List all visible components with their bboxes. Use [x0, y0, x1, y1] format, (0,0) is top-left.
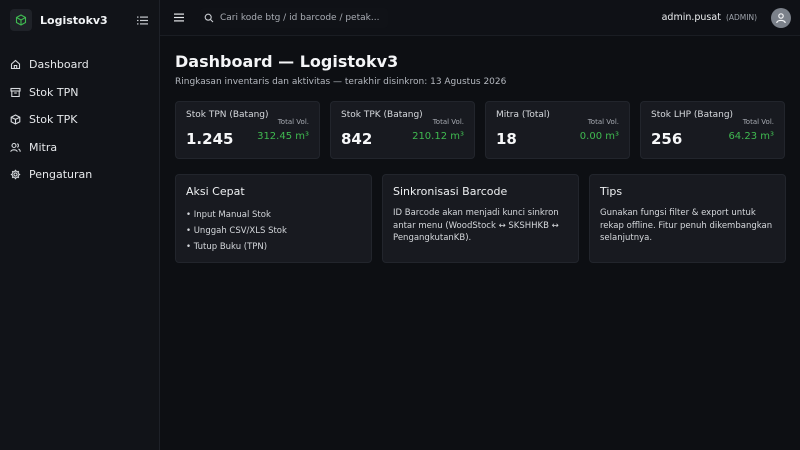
panels-row: Aksi Cepat • Input Manual Stok • Unggah … [175, 174, 786, 263]
brand: Logistokv3 [0, 0, 159, 40]
archive-icon [10, 87, 21, 98]
sidebar-nav: Dashboard Stok TPN Stok TPK Mitra Pengat… [0, 51, 159, 189]
main-area: admin.pusat (ADMIN) Dashboard — Logistok… [160, 0, 800, 450]
stat-vol-label: Total Vol. [742, 118, 774, 126]
sidebar-item-stok-tpk[interactable]: Stok TPK [0, 106, 159, 134]
stat-vol: 64.23 m³ [728, 131, 774, 142]
brand-name: Logistokv3 [40, 13, 108, 27]
sidebar: Logistokv3 Dashboard Stok TPN Stok TPK M… [0, 0, 160, 450]
panel-text: Gunakan fungsi filter & export untuk rek… [600, 208, 773, 243]
sidebar-item-dashboard[interactable]: Dashboard [0, 51, 159, 79]
search-input[interactable] [220, 12, 384, 23]
sidebar-item-mitra[interactable]: Mitra [0, 134, 159, 162]
sidebar-item-stok-tpn[interactable]: Stok TPN [0, 79, 159, 107]
home-icon [10, 59, 21, 70]
sidebar-item-pengaturan[interactable]: Pengaturan [0, 161, 159, 189]
users-icon [10, 142, 21, 153]
app-root: Logistokv3 Dashboard Stok TPN Stok TPK M… [0, 0, 800, 450]
user-role: (ADMIN) [725, 13, 757, 22]
list-collapse-icon[interactable] [135, 13, 149, 27]
content: Dashboard — Logistokv3 Ringkasan inventa… [160, 36, 800, 263]
stat-value: 1.245 [186, 130, 234, 148]
gear-icon [10, 169, 21, 180]
box-icon [10, 114, 21, 125]
topbar: admin.pusat (ADMIN) [160, 0, 800, 36]
quick-action-input-manual[interactable]: • Input Manual Stok [186, 207, 361, 223]
stat-value: 256 [651, 130, 683, 148]
user-name: admin.pusat [661, 12, 721, 23]
quick-action-tutup-buku[interactable]: • Tutup Buku (TPN) [186, 239, 361, 255]
stat-vol-label: Total Vol. [587, 118, 619, 126]
tips-panel: Tips Gunakan fungsi filter & export untu… [589, 174, 786, 263]
page-subtitle: Ringkasan inventaris dan aktivitas — ter… [175, 77, 507, 87]
stat-card-stok-lhp: Stok LHP (Batang) Total Vol. 256 64.23 m… [640, 101, 785, 159]
stat-value: 842 [341, 130, 373, 148]
sidebar-item-label: Pengaturan [29, 168, 93, 182]
panel-title: Aksi Cepat [186, 185, 245, 198]
quick-action-upload-csv[interactable]: • Unggah CSV/XLS Stok [186, 223, 361, 239]
sidebar-item-label: Stok TPK [29, 113, 78, 127]
sidebar-item-label: Stok TPN [29, 85, 79, 99]
sidebar-item-label: Mitra [29, 140, 58, 154]
stat-vol-label: Total Vol. [432, 118, 464, 126]
stat-vol-label: Total Vol. [277, 118, 309, 126]
stat-vol: 0.00 m³ [579, 131, 619, 142]
panel-title: Tips [600, 185, 623, 198]
quick-actions-panel: Aksi Cepat • Input Manual Stok • Unggah … [175, 174, 372, 263]
stat-vol: 210.12 m³ [412, 131, 464, 142]
page-title: Dashboard — Logistokv3 [175, 52, 399, 71]
quick-actions-list: • Input Manual Stok • Unggah CSV/XLS Sto… [186, 207, 361, 255]
sidebar-item-label: Dashboard [29, 58, 89, 72]
stat-card-stok-tpk: Stok TPK (Batang) Total Vol. 842 210.12 … [330, 101, 475, 159]
stat-card-stok-tpn: Stok TPN (Batang) Total Vol. 1.245 312.4… [175, 101, 320, 159]
panel-text: ID Barcode akan menjadi kunci sinkron an… [393, 208, 559, 243]
search-bar [200, 7, 388, 28]
stat-value: 18 [496, 130, 517, 148]
stats-row: Stok TPN (Batang) Total Vol. 1.245 312.4… [175, 101, 786, 159]
panel-title: Sinkronisasi Barcode [393, 185, 508, 198]
hamburger-menu-icon[interactable] [172, 11, 186, 25]
search-icon [204, 8, 214, 27]
stat-vol: 312.45 m³ [257, 131, 309, 142]
cube-icon [10, 9, 32, 31]
stat-card-mitra: Mitra (Total) Total Vol. 18 0.00 m³ [485, 101, 630, 159]
avatar[interactable] [771, 7, 791, 28]
barcode-sync-panel: Sinkronisasi Barcode ID Barcode akan men… [382, 174, 579, 263]
